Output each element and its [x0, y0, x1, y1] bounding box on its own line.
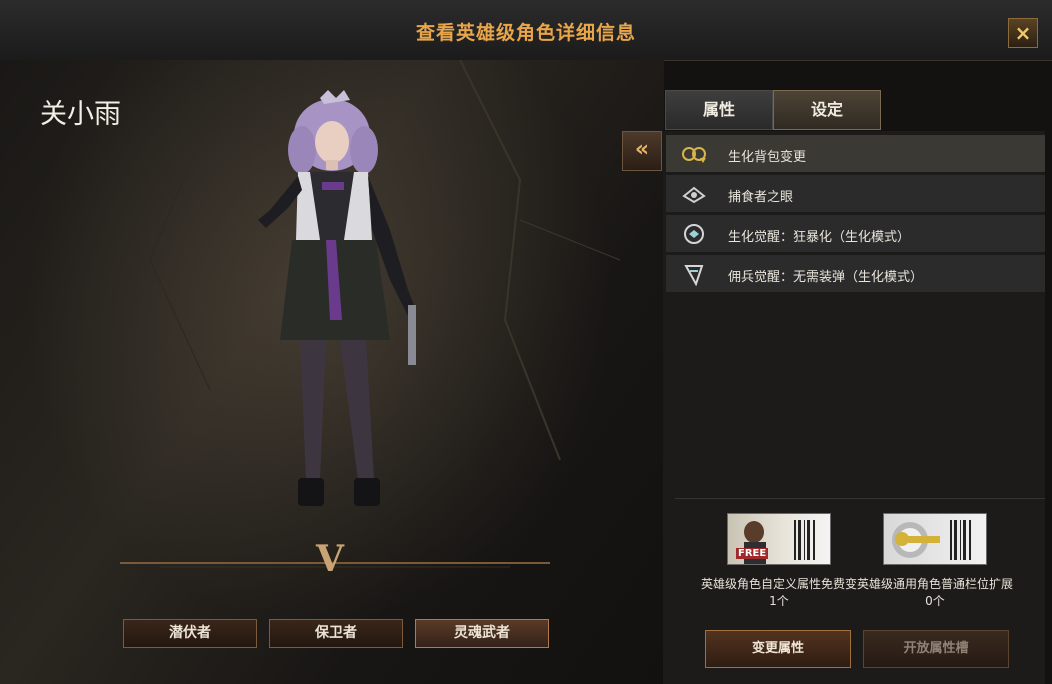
- reward-name: 英雄级角色自定义属性免费变: [700, 577, 857, 591]
- window-title: 查看英雄级角色详细信息: [415, 22, 636, 44]
- close-button[interactable]: ×: [1008, 18, 1038, 48]
- character-figure: [258, 90, 416, 506]
- reward-count: 1个: [769, 594, 789, 608]
- bio-backpack-icon: [682, 147, 706, 163]
- list-item[interactable]: 生化背包变更: [666, 135, 1045, 173]
- collapse-button[interactable]: «: [622, 131, 662, 171]
- class-button-guardian[interactable]: 保卫者: [269, 619, 403, 648]
- reward-item-image[interactable]: [883, 513, 987, 565]
- change-attribute-button[interactable]: 变更属性: [705, 630, 851, 668]
- reward-count: 0个: [925, 594, 945, 608]
- list-item[interactable]: 佣兵觉醒：无需装弹（生化模式）: [666, 255, 1045, 293]
- close-icon[interactable]: ×: [1015, 21, 1032, 45]
- list-item[interactable]: 捕食者之眼: [666, 175, 1045, 213]
- merc-awaken-icon: [684, 265, 704, 286]
- rank-symbol: V: [316, 538, 344, 580]
- tab-attributes[interactable]: 属性: [665, 90, 773, 130]
- reward-name: 英雄级通用角色普通栏位扩展: [856, 577, 1013, 591]
- bio-awaken-icon: [684, 224, 704, 244]
- tab-settings[interactable]: 设定: [773, 90, 881, 130]
- reward-area: FREE 英雄级角色自定义属性免费变 1个 英雄级通用角色普通栏位扩展 0个: [675, 498, 1045, 619]
- free-badge: FREE: [736, 548, 769, 559]
- class-button-soul-warrior[interactable]: 灵魂武者: [415, 619, 549, 648]
- open-slot-button[interactable]: 开放属性槽: [863, 630, 1009, 668]
- title-bar: 查看英雄级角色详细信息 ×: [0, 0, 1052, 61]
- character-name: 关小雨: [40, 99, 121, 130]
- list-item[interactable]: 生化觉醒：狂暴化（生化模式）: [666, 215, 1045, 253]
- double-chevron-left-icon[interactable]: «: [635, 137, 649, 162]
- predator-eye-icon: [682, 186, 706, 204]
- class-button-lurker[interactable]: 潜伏者: [123, 619, 257, 648]
- reward-item-image[interactable]: FREE: [727, 513, 831, 565]
- key-icon: [892, 520, 971, 560]
